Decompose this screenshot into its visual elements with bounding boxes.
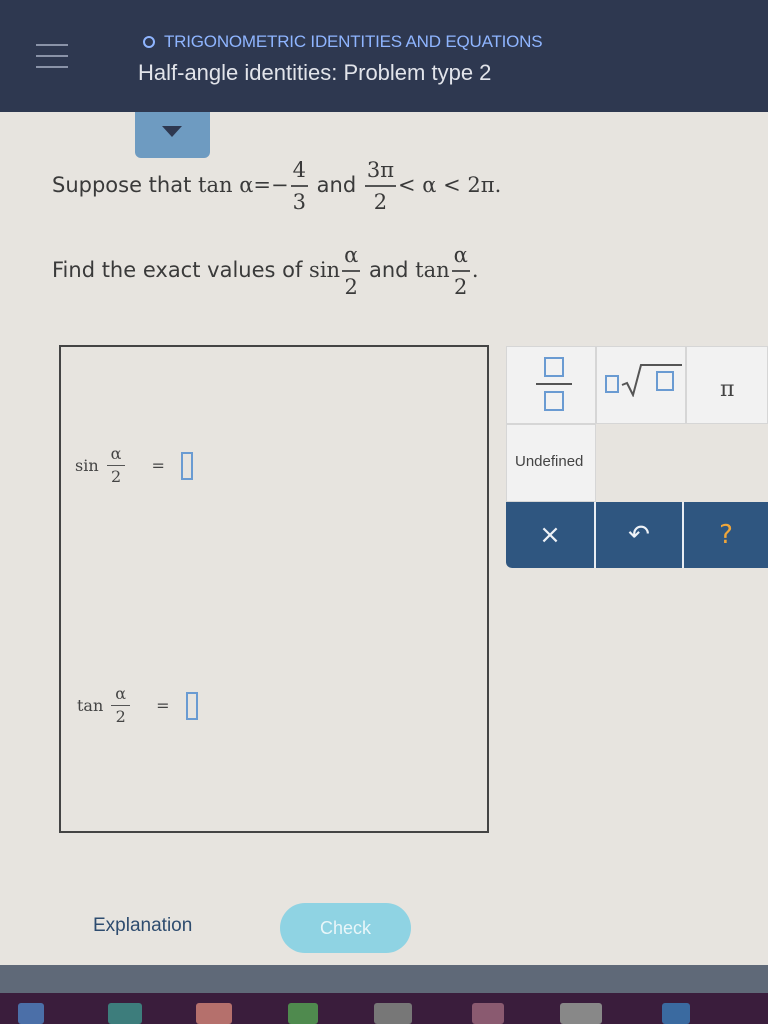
tan-answer-row: tan α2 = [77,683,198,728]
browser-icon[interactable] [108,1003,142,1024]
radical-icon [621,364,682,397]
menu-icon[interactable] [36,44,68,70]
fraction-numerator-box-icon [544,357,564,377]
pi-button[interactable]: π [686,346,768,424]
sin-answer-row: sin α2 = [75,443,193,488]
bottom-bar [0,965,768,993]
app-icon[interactable] [374,1003,412,1024]
help-button[interactable]: ? [684,502,768,568]
header-bar: TRIGONOMETRIC IDENTITIES AND EQUATIONS H… [0,0,768,112]
clear-button[interactable]: × [506,502,594,568]
topic-row[interactable]: TRIGONOMETRIC IDENTITIES AND EQUATIONS [143,32,543,52]
math-equals: = [253,173,271,197]
progress-circle-icon [143,36,155,48]
fraction-denominator: 2 [110,467,122,486]
sin-label: sin [75,456,99,475]
close-icon: × [539,520,561,550]
app-icon[interactable] [560,1003,602,1024]
problem-text: Find the exact values of [52,258,303,282]
math-period: . [471,258,479,282]
problem-text-and: and [368,258,409,282]
check-label: Check [319,917,372,938]
topic-title: TRIGONOMETRIC IDENTITIES AND EQUATIONS [164,32,543,51]
app-icon[interactable] [288,1003,318,1024]
undefined-label: Undefined [515,453,584,470]
answer-area: sin α2 = tan α2 = [59,345,489,833]
fraction-denominator: 2 [454,275,468,299]
start-icon[interactable] [18,1003,44,1024]
fraction-numerator: 3π [364,155,397,187]
fraction-denominator: 2 [344,275,358,299]
fraction-denominator: 3 [292,190,306,214]
equals-sign: = [156,696,170,715]
fraction-bar-icon [536,383,572,385]
fraction-four-thirds: 43 [290,155,308,217]
problem-text-and: and [316,173,357,197]
math-tan: tan [415,258,450,282]
nth-root-button[interactable] [596,346,686,424]
fraction-alpha-over-two: α2 [342,240,361,302]
fraction-numerator: α [106,443,126,466]
fraction-denominator: 2 [115,707,126,726]
fraction-numerator: 4 [290,155,308,187]
root-index-box-icon [605,375,619,393]
app-icon[interactable] [472,1003,504,1024]
fraction-numerator: α [451,240,470,272]
fraction-numerator: α [111,683,131,706]
app-icon[interactable] [662,1003,690,1024]
check-button[interactable]: Check [280,903,411,953]
fraction-denominator-box-icon [544,391,564,411]
fraction-numerator: α [342,240,361,272]
page-title: Half-angle identities: Problem type 2 [138,60,492,85]
undefined-button[interactable]: Undefined [506,424,596,502]
math-inequality: < α < 2π. [398,173,502,197]
app-icon[interactable] [196,1003,232,1024]
keypad-action-bar: × ↶ ? [506,502,768,568]
equals-sign: = [151,456,165,475]
problem-line-2: Find the exact values of sin α 2 and tan α 2… [52,240,479,302]
collapse-tab[interactable] [135,112,210,158]
fraction-alpha-over-two: α2 [106,443,126,488]
sin-answer-input[interactable] [180,451,193,480]
math-keypad: π Undefined × ↶ ? [506,346,768,568]
chevron-down-icon [162,126,182,137]
fraction-denominator: 2 [373,190,388,214]
problem-line-1: Suppose that tan α=− 4 3 and 3π 2 < α < 2π. [52,155,501,217]
tan-label: tan [77,696,104,715]
fraction-three-pi-over-two: 3π 2 [364,155,397,217]
undo-icon: ↶ [628,520,650,550]
math-tan-alpha: tan α [198,173,254,197]
math-sin: sin [309,258,341,282]
help-icon: ? [719,520,733,550]
os-taskbar [0,993,768,1024]
tan-answer-input[interactable] [185,691,198,720]
fraction-alpha-over-two: α2 [111,683,131,728]
pi-label: π [720,377,735,402]
fraction-alpha-over-two: α2 [451,240,470,302]
fraction-button[interactable] [506,346,596,424]
problem-text: Suppose that [52,173,192,197]
math-minus: − [270,173,289,197]
explanation-button[interactable]: Explanation [93,915,192,937]
undo-button[interactable]: ↶ [596,502,682,568]
